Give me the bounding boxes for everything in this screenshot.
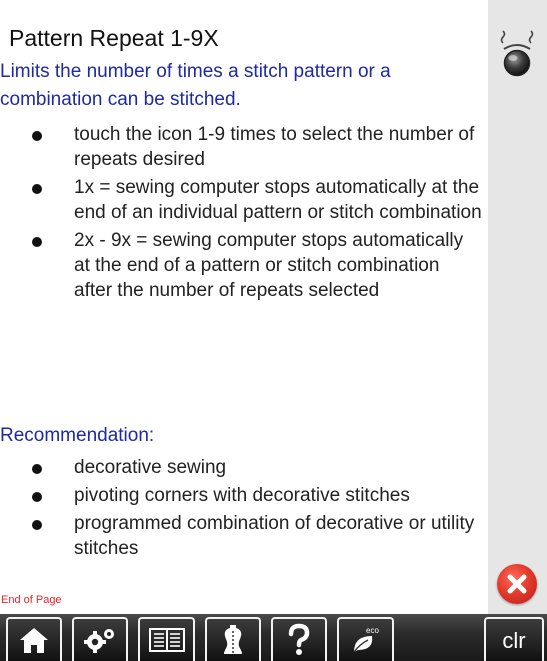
settings-button[interactable] [72,617,128,661]
list-item: 2x - 9x = sewing computer stops automati… [30,228,482,303]
list-item-text: programmed combination of decorative or … [74,513,475,559]
list-item-text: 2x - 9x = sewing computer stops automati… [74,230,464,301]
svg-text:eco: eco [366,626,379,635]
eco-icon: eco [352,626,379,653]
tutorial-book-icon [148,628,185,652]
tutorial-button[interactable] [138,617,195,661]
bullet-dot [32,492,42,502]
home-button[interactable] [6,617,62,661]
recommendation-heading: Recommendation: [0,425,155,446]
list-item: pivoting corners with decorative stitche… [30,483,482,508]
help-content-panel: Pattern Repeat 1-9X Limits the number of… [0,0,488,614]
help-title: Pattern Repeat 1-9X [9,25,219,51]
close-icon [507,574,527,594]
bullet-dot [32,464,42,474]
recommendation-list: decorative sewing pivoting corners with … [30,455,482,561]
bullet-dot [32,520,42,530]
sewing-consultant-button[interactable] [205,617,261,661]
help-subtitle: Limits the number of times a stitch patt… [0,61,391,110]
bullet-dot [32,184,42,194]
sewing-consultant-icon [224,625,242,654]
list-item: decorative sewing [30,455,482,480]
list-item: touch the icon 1-9 times to select the n… [30,122,482,172]
help-icon [288,623,310,655]
eco-button[interactable]: eco [337,617,394,661]
clr-button[interactable]: clr [484,617,544,661]
function-bullet-list: touch the icon 1-9 times to select the n… [30,122,482,303]
clr-button-label: clr [502,628,526,653]
bullet-dot [32,131,42,141]
bullet-dot [32,237,42,247]
help-button[interactable] [271,617,327,661]
list-item: 1x = sewing computer stops automatically… [30,175,482,225]
pattern-repeat-icon [497,27,537,81]
close-button[interactable] [497,564,537,604]
end-of-page-label: End of Page [1,594,62,606]
list-item-text: pivoting corners with decorative stitche… [74,485,410,506]
home-icon [20,628,48,653]
settings-icon [84,629,114,653]
list-item: programmed combination of decorative or … [30,511,482,561]
list-item-text: 1x = sewing computer stops automatically… [74,177,482,223]
list-item-text: decorative sewing [74,457,227,478]
side-panel [488,0,547,614]
list-item-text: touch the icon 1-9 times to select the n… [74,124,475,170]
